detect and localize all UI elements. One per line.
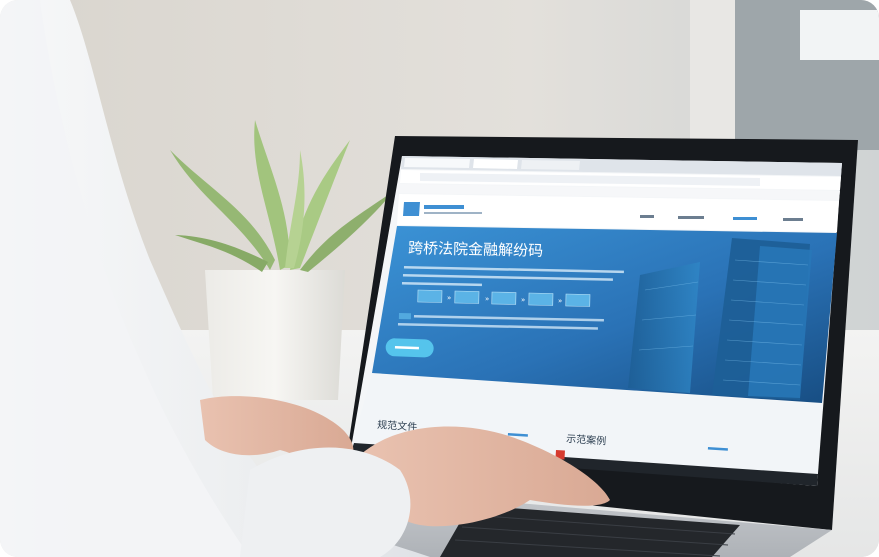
arrow-icon: »: [558, 297, 562, 305]
browser-tab[interactable]: [404, 158, 470, 168]
nav-item[interactable]: [678, 216, 704, 219]
nav-item[interactable]: [783, 218, 803, 221]
arrow-icon: »: [521, 296, 525, 304]
site-logo-text: [424, 205, 464, 209]
nav-item-active[interactable]: [733, 217, 757, 220]
photo-frame: 跨桥法院金融解纷码 » » » » 规范文件 示范案例: [0, 0, 879, 557]
arrow-icon: »: [447, 294, 451, 302]
person-cuff: [240, 447, 411, 557]
plant-pot: [205, 270, 345, 400]
arrow-icon: »: [485, 295, 489, 303]
browser-tab[interactable]: [521, 160, 580, 170]
hero-title: 跨桥法院金融解纷码: [408, 239, 543, 260]
photo-scene: 跨桥法院金融解纷码 » » » » 规范文件 示范案例: [0, 0, 879, 557]
window-light: [800, 10, 879, 60]
wall-column: [690, 0, 735, 140]
site-logo-icon: [403, 202, 420, 216]
flow-step: [417, 289, 443, 303]
nav-item-home[interactable]: [640, 215, 654, 218]
flow-step: [528, 292, 554, 306]
flow-step: [491, 291, 517, 305]
flow-step: [565, 293, 591, 307]
browser-tab-active[interactable]: [473, 159, 518, 169]
flow-step: [454, 290, 480, 304]
